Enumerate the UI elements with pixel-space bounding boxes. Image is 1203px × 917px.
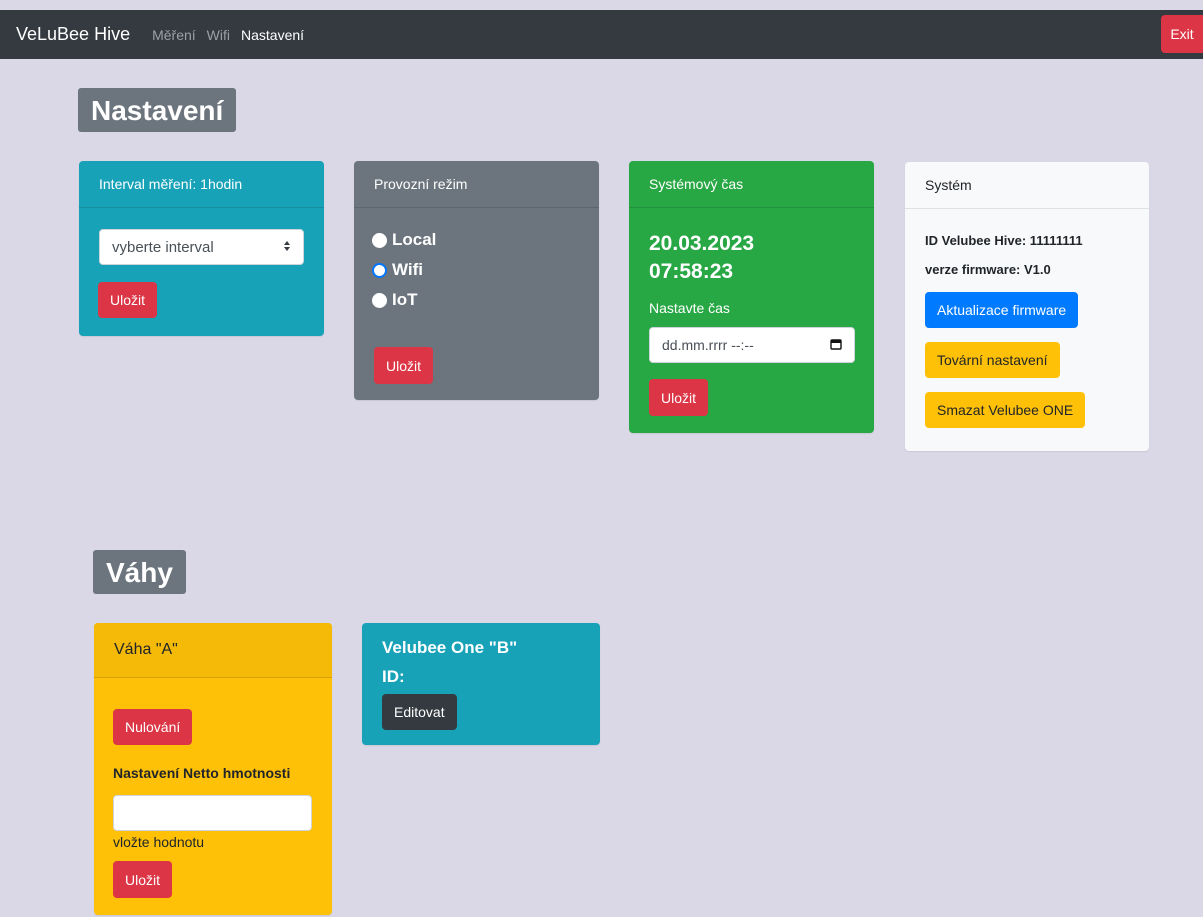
system-time: 07:58:23 xyxy=(649,260,734,283)
nav-link-nastaveni[interactable]: Nastavení xyxy=(241,27,304,43)
tare-button[interactable]: Nulování xyxy=(113,709,193,745)
netto-label: Nastavení Netto hmotnosti xyxy=(113,765,291,781)
radio-iot[interactable] xyxy=(372,292,387,308)
scale-a-save-button[interactable]: Uložit xyxy=(113,861,173,898)
interval-select-value: vyberte interval xyxy=(112,238,214,256)
interval-card: Interval měření: 1hodin vyberte interval… xyxy=(79,161,324,336)
interval-save-button[interactable]: Uložit xyxy=(98,282,158,318)
mode-option-wifi[interactable]: Wifi xyxy=(372,255,579,285)
mode-save-button[interactable]: Uložit xyxy=(374,347,434,384)
scale-b-card: Velubee One "B" ID: Editovat xyxy=(362,623,600,745)
mode-option-iot[interactable]: IoT xyxy=(372,285,579,315)
interval-select[interactable]: vyberte interval xyxy=(99,229,304,265)
datetime-input[interactable]: dd.mm.rrrr --:-- xyxy=(649,327,855,363)
calendar-icon[interactable] xyxy=(830,337,842,353)
radio-wifi[interactable] xyxy=(372,262,387,278)
scale-a-card: Váha "A" Nulování Nastavení Netto hmotno… xyxy=(94,623,332,915)
delete-velubee-one-button[interactable]: Smazat Velubee ONE xyxy=(925,392,1086,428)
datetime-placeholder: dd.mm.rrrr --:-- xyxy=(662,337,754,353)
system-card-title: Systém xyxy=(905,162,1149,209)
mode-card: Provozní režim Local Wifi IoT Uložit xyxy=(354,161,599,400)
nav-link-mereni[interactable]: Měření xyxy=(152,27,196,43)
factory-reset-button[interactable]: Tovární nastavení xyxy=(925,342,1060,378)
top-navbar: VeLuBee Hive Měření Wifi Nastavení Exit xyxy=(0,10,1203,59)
netto-hint: vložte hodnotu xyxy=(113,834,205,850)
mode-option-wifi-label: Wifi xyxy=(392,260,424,279)
scale-a-title: Váha "A" xyxy=(94,623,332,678)
set-time-label: Nastavte čas xyxy=(649,300,730,316)
radio-local[interactable] xyxy=(372,232,387,248)
system-time-card: Systémový čas 20.03.2023 07:58:23 Nastav… xyxy=(629,161,874,433)
edit-button[interactable]: Editovat xyxy=(382,694,457,730)
system-time-card-title: Systémový čas xyxy=(629,161,874,208)
scale-b-id: ID: xyxy=(382,667,405,686)
nav-link-wifi[interactable]: Wifi xyxy=(207,27,230,43)
scale-b-title: Velubee One "B" xyxy=(382,638,518,657)
system-card: Systém ID Velubee Hive: 11111111 verze f… xyxy=(905,162,1149,451)
scales-heading: Váhy xyxy=(93,550,186,594)
mode-option-local[interactable]: Local xyxy=(372,225,579,255)
interval-card-title: Interval měření: 1hodin xyxy=(79,161,324,208)
update-firmware-button[interactable]: Aktualizace firmware xyxy=(925,292,1079,328)
exit-button[interactable]: Exit xyxy=(1161,15,1203,53)
mode-card-title: Provozní režim xyxy=(354,161,599,208)
system-date: 20.03.2023 xyxy=(649,232,755,255)
netto-input[interactable] xyxy=(113,795,312,831)
brand-logo[interactable]: VeLuBee Hive xyxy=(16,24,130,45)
settings-heading: Nastavení xyxy=(78,88,237,132)
mode-option-iot-label: IoT xyxy=(392,290,418,309)
time-save-button[interactable]: Uložit xyxy=(649,379,709,416)
hive-id: ID Velubee Hive: 11111111 xyxy=(925,233,1083,248)
mode-option-local-label: Local xyxy=(392,230,437,249)
firmware-version: verze firmware: V1.0 xyxy=(925,262,1051,277)
updown-arrow-icon xyxy=(283,239,291,256)
